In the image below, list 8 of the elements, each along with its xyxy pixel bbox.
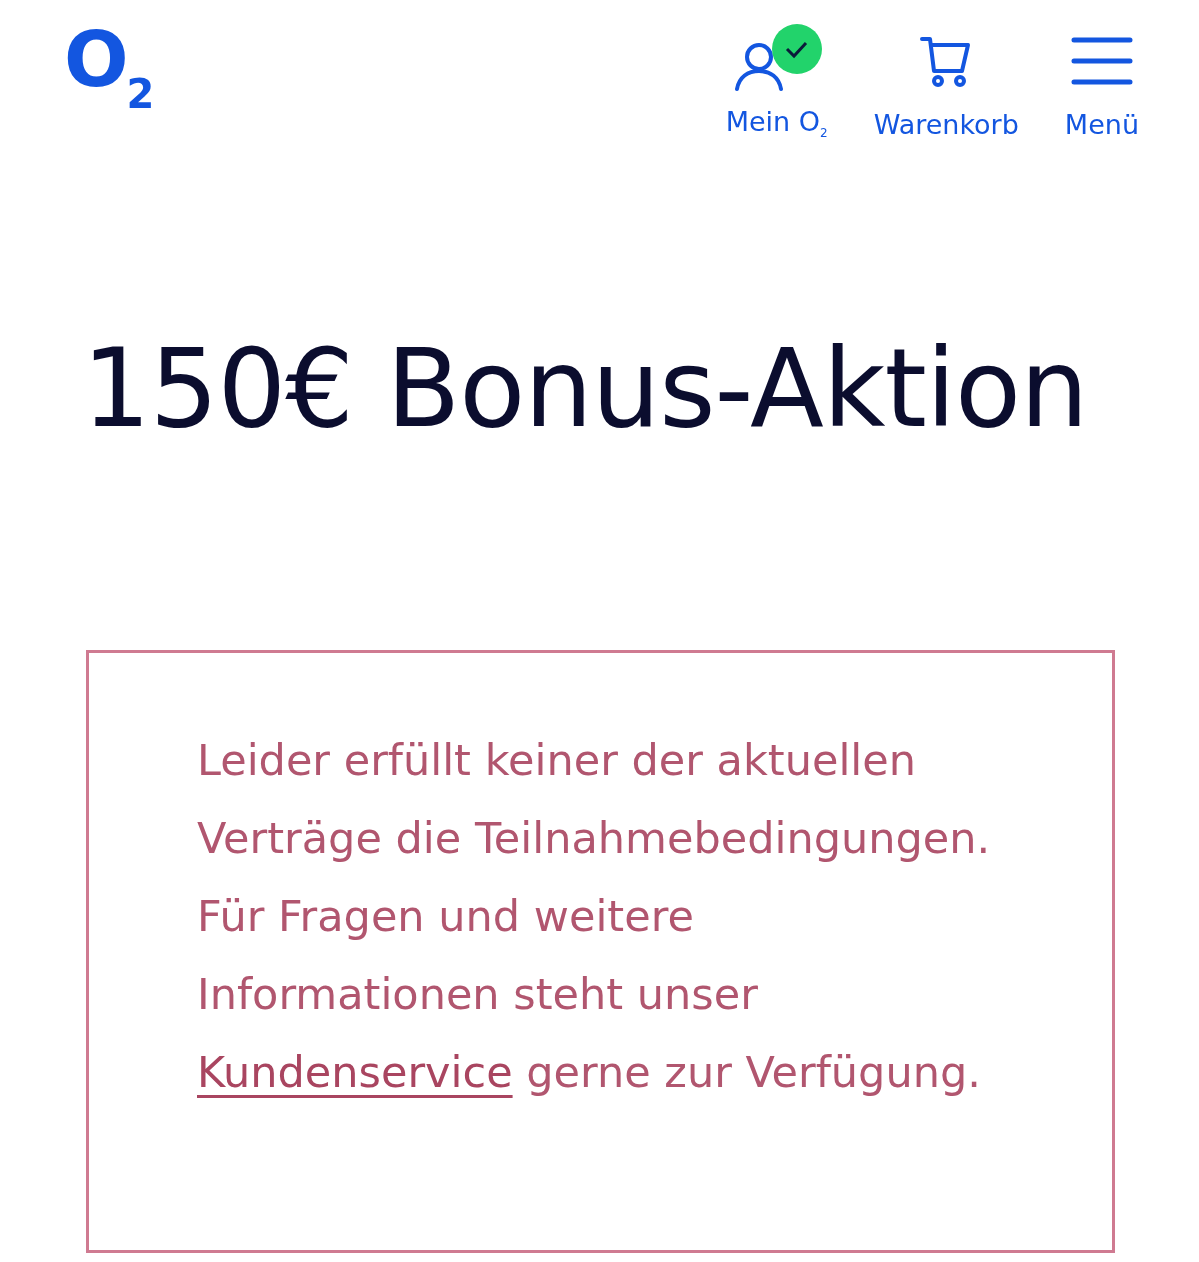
menu-button[interactable]: Menü xyxy=(1064,23,1139,141)
menu-icon xyxy=(1070,35,1133,88)
notice-text: Leider erfüllt keiner der aktuellen Verträge die Teilnahmebedingungen. Für Fragen und weitere Informationen steht unser Kundenservice gerne zur Verfügung. xyxy=(197,734,992,1099)
page-title: 150€ Bonus-Aktion xyxy=(82,335,1089,443)
o2-logo[interactable]: O$_{2}$ xyxy=(64,22,155,114)
cart-link[interactable]: Warenkorb xyxy=(873,23,1019,141)
customer-service-link[interactable]: Kundenservice xyxy=(197,1047,513,1097)
account-link[interactable]: Mein O$_{2}$ xyxy=(725,20,828,141)
